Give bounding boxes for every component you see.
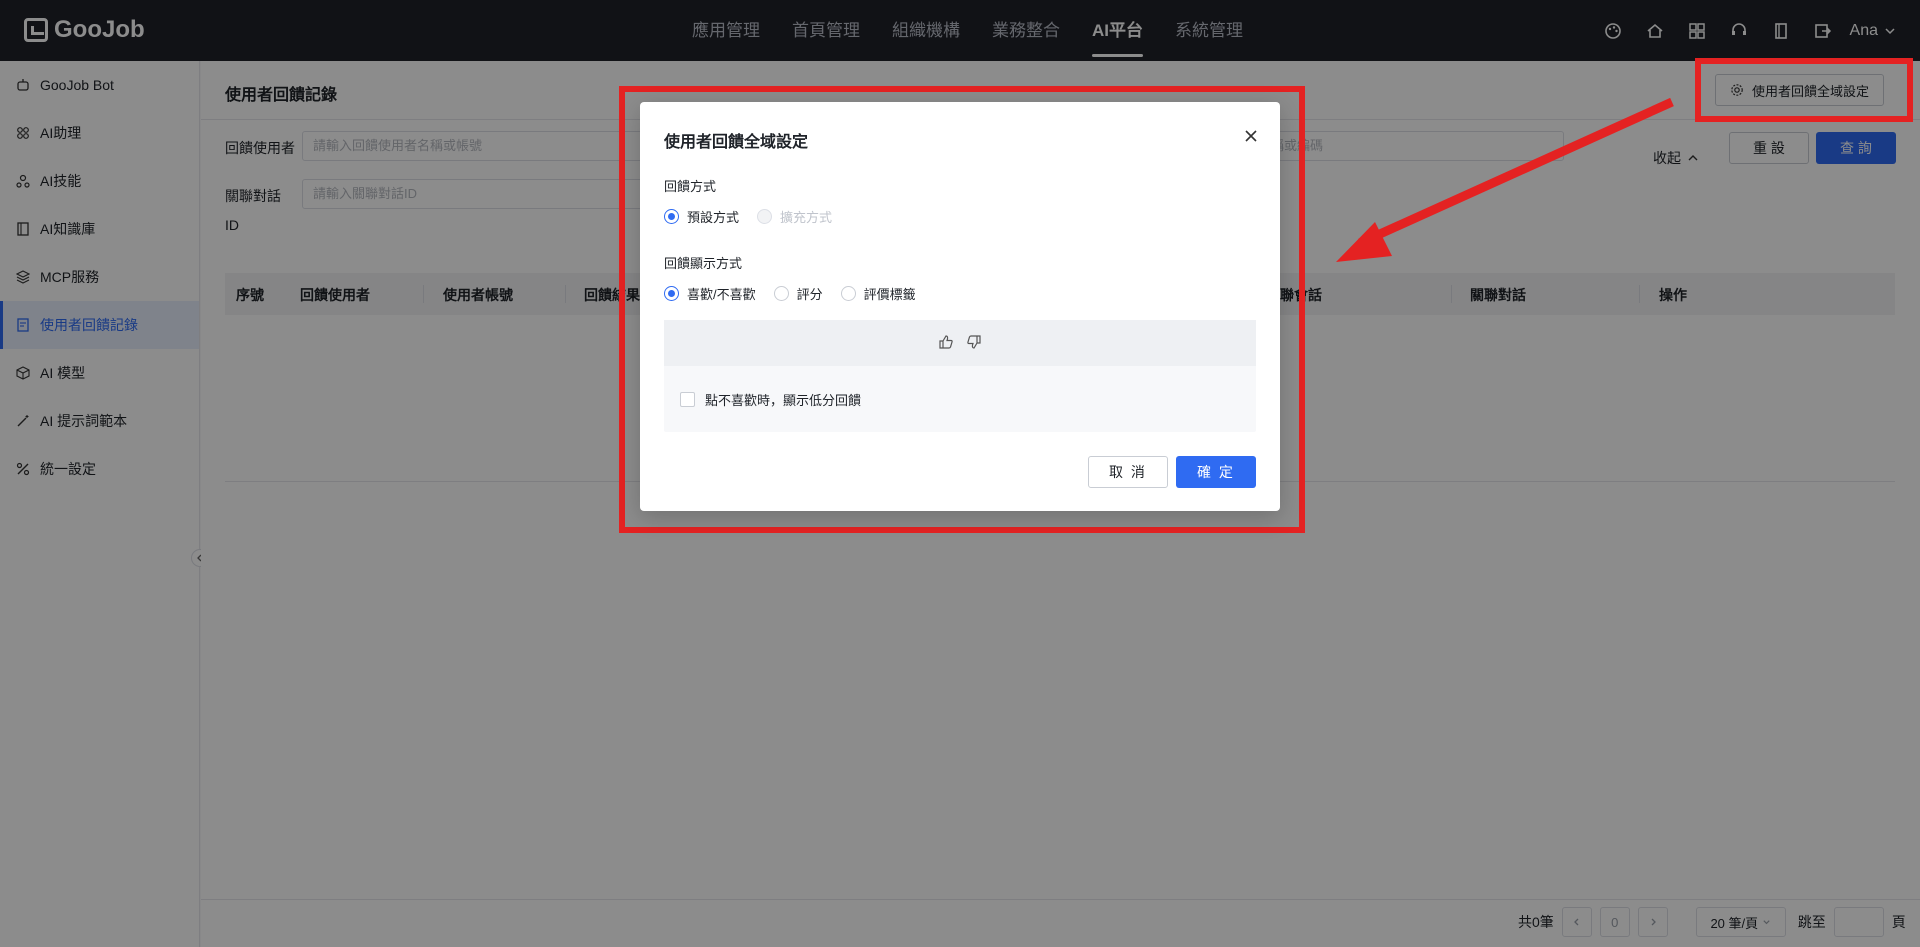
radio-default-method[interactable]: 預設方式 [664,207,739,226]
radio-checked-icon [664,286,679,301]
radio-evaluation-tags[interactable]: 評價標籤 [840,284,916,303]
radio-unchecked-icon [773,286,789,301]
radio-label: 喜歡/不喜歡 [687,287,756,302]
display-method-label: 回饋顯示方式 [664,256,743,271]
preview-thumbs [664,320,1256,366]
radio-unchecked-icon [840,286,856,301]
display-method-group: 喜歡/不喜歡 評分 評價標籤 [664,284,934,303]
global-settings-dialog: 使用者回饋全域設定 回饋方式 預設方式 擴充方式 回饋顯示方式 喜歡/不喜歡 評… [640,102,1280,511]
checkbox-label: 點不喜歡時，顯示低分回饋 [705,393,862,408]
thumbs-up-icon [938,334,954,353]
dialog-title: 使用者回饋全域設定 [664,134,809,151]
radio-label: 擴充方式 [780,210,833,225]
radio-disabled-icon [757,209,773,224]
dislike-low-score-checkbox[interactable]: 點不喜歡時，顯示低分回饋 [680,390,861,409]
cancel-button[interactable]: 取 消 [1088,456,1168,488]
thumbs-down-icon [966,334,982,353]
checkbox-icon [680,392,695,407]
radio-label: 評價標籤 [863,287,916,302]
radio-label: 預設方式 [687,210,740,225]
radio-rating[interactable]: 評分 [773,284,823,303]
feedback-preview-panel: 點不喜歡時，顯示低分回饋 [664,320,1256,432]
feedback-method-label: 回饋方式 [664,179,717,194]
radio-like-dislike[interactable]: 喜歡/不喜歡 [664,284,756,303]
radio-checked-icon [664,209,679,224]
close-icon[interactable] [1244,128,1258,146]
confirm-button[interactable]: 確 定 [1176,456,1256,488]
feedback-method-group: 預設方式 擴充方式 [664,207,850,226]
radio-extended-method[interactable]: 擴充方式 [757,207,832,226]
radio-label: 評分 [796,287,823,302]
